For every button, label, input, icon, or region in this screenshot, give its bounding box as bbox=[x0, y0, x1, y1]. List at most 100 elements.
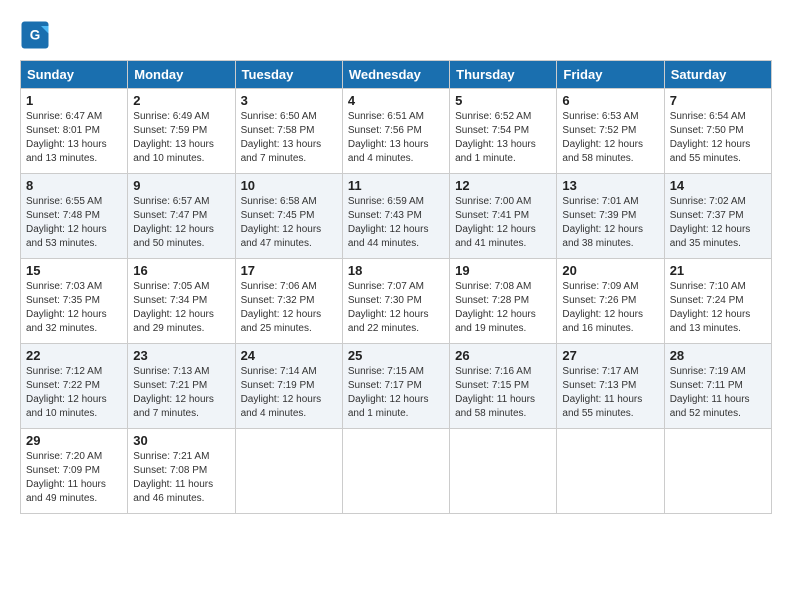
day-info: Sunrise: 6:47 AMSunset: 8:01 PMDaylight:… bbox=[26, 110, 122, 166]
day-number: 26 bbox=[455, 348, 551, 363]
day-info: Sunrise: 7:16 AMSunset: 7:15 PMDaylight:… bbox=[455, 365, 551, 421]
calendar-cell: 1Sunrise: 6:47 AMSunset: 8:01 PMDaylight… bbox=[21, 89, 128, 174]
calendar-cell: 28 Sunrise: 7:19 AMSunset: 7:11 PMDayligh… bbox=[664, 344, 771, 429]
day-info: Sunrise: 6:54 AMSunset: 7:50 PMDaylight:… bbox=[670, 110, 766, 166]
day-number: 30 bbox=[133, 433, 229, 448]
calendar-cell: 24 Sunrise: 7:14 AMSunset: 7:19 PMDayligh… bbox=[235, 344, 342, 429]
day-number: 12 bbox=[455, 178, 551, 193]
day-number: 24 bbox=[241, 348, 337, 363]
day-number: 29 bbox=[26, 433, 122, 448]
day-number: 25 bbox=[348, 348, 444, 363]
header-monday: Monday bbox=[128, 61, 235, 89]
day-info: Sunrise: 7:12 AMSunset: 7:22 PMDaylight:… bbox=[26, 365, 122, 421]
day-info: Sunrise: 7:20 AMSunset: 7:09 PMDaylight:… bbox=[26, 450, 122, 506]
calendar-cell: 8 Sunrise: 6:55 AMSunset: 7:48 PMDaylight… bbox=[21, 174, 128, 259]
day-info: Sunrise: 6:52 AMSunset: 7:54 PMDaylight:… bbox=[455, 110, 551, 166]
calendar-cell: 20Sunrise: 7:09 AMSunset: 7:26 PMDayligh… bbox=[557, 259, 664, 344]
calendar-cell: 19 Sunrise: 7:08 AMSunset: 7:28 PMDayligh… bbox=[450, 259, 557, 344]
calendar-cell: 14Sunrise: 7:02 AMSunset: 7:37 PMDayligh… bbox=[664, 174, 771, 259]
calendar-cell: 2Sunrise: 6:49 AMSunset: 7:59 PMDaylight… bbox=[128, 89, 235, 174]
svg-text:G: G bbox=[30, 28, 41, 43]
day-number: 3 bbox=[241, 93, 337, 108]
day-info: Sunrise: 7:01 AMSunset: 7:39 PMDaylight:… bbox=[562, 195, 658, 251]
day-info: Sunrise: 7:08 AMSunset: 7:28 PMDaylight:… bbox=[455, 280, 551, 336]
calendar-cell: 18 Sunrise: 7:07 AMSunset: 7:30 PMDayligh… bbox=[342, 259, 449, 344]
day-number: 6 bbox=[562, 93, 658, 108]
header-sunday: Sunday bbox=[21, 61, 128, 89]
calendar-week-row: 29 Sunrise: 7:20 AMSunset: 7:09 PMDayligh… bbox=[21, 429, 772, 514]
day-number: 11 bbox=[348, 178, 444, 193]
calendar-cell: 25 Sunrise: 7:15 AMSunset: 7:17 PMDayligh… bbox=[342, 344, 449, 429]
day-number: 10 bbox=[241, 178, 337, 193]
day-info: Sunrise: 6:49 AMSunset: 7:59 PMDaylight:… bbox=[133, 110, 229, 166]
day-number: 13 bbox=[562, 178, 658, 193]
day-info: Sunrise: 6:58 AMSunset: 7:45 PMDaylight:… bbox=[241, 195, 337, 251]
calendar-cell bbox=[342, 429, 449, 514]
day-number: 15 bbox=[26, 263, 122, 278]
calendar-cell bbox=[664, 429, 771, 514]
day-info: Sunrise: 7:17 AMSunset: 7:13 PMDaylight:… bbox=[562, 365, 658, 421]
calendar-week-row: 15 Sunrise: 7:03 AMSunset: 7:35 PMDayligh… bbox=[21, 259, 772, 344]
calendar-week-row: 1Sunrise: 6:47 AMSunset: 8:01 PMDaylight… bbox=[21, 89, 772, 174]
day-info: Sunrise: 7:19 AMSunset: 7:11 PMDaylight:… bbox=[670, 365, 766, 421]
calendar-cell: 30 Sunrise: 7:21 AMSunset: 7:08 PMDayligh… bbox=[128, 429, 235, 514]
calendar-cell bbox=[557, 429, 664, 514]
calendar-cell: 21 Sunrise: 7:10 AMSunset: 7:24 PMDayligh… bbox=[664, 259, 771, 344]
calendar-cell: 12Sunrise: 7:00 AMSunset: 7:41 PMDayligh… bbox=[450, 174, 557, 259]
day-number: 23 bbox=[133, 348, 229, 363]
day-info: Sunrise: 7:14 AMSunset: 7:19 PMDaylight:… bbox=[241, 365, 337, 421]
header-saturday: Saturday bbox=[664, 61, 771, 89]
day-number: 22 bbox=[26, 348, 122, 363]
day-number: 20 bbox=[562, 263, 658, 278]
day-info: Sunrise: 6:59 AMSunset: 7:43 PMDaylight:… bbox=[348, 195, 444, 251]
calendar-week-row: 22 Sunrise: 7:12 AMSunset: 7:22 PMDayligh… bbox=[21, 344, 772, 429]
calendar-cell bbox=[450, 429, 557, 514]
day-info: Sunrise: 7:21 AMSunset: 7:08 PMDaylight:… bbox=[133, 450, 229, 506]
day-info: Sunrise: 7:06 AMSunset: 7:32 PMDaylight:… bbox=[241, 280, 337, 336]
day-number: 4 bbox=[348, 93, 444, 108]
day-info: Sunrise: 7:10 AMSunset: 7:24 PMDaylight:… bbox=[670, 280, 766, 336]
calendar-cell: 29 Sunrise: 7:20 AMSunset: 7:09 PMDayligh… bbox=[21, 429, 128, 514]
day-info: Sunrise: 6:57 AMSunset: 7:47 PMDaylight:… bbox=[133, 195, 229, 251]
calendar-cell: 16 Sunrise: 7:05 AMSunset: 7:34 PMDayligh… bbox=[128, 259, 235, 344]
calendar-cell bbox=[235, 429, 342, 514]
header-tuesday: Tuesday bbox=[235, 61, 342, 89]
day-info: Sunrise: 7:15 AMSunset: 7:17 PMDaylight:… bbox=[348, 365, 444, 421]
day-number: 5 bbox=[455, 93, 551, 108]
calendar-cell: 15 Sunrise: 7:03 AMSunset: 7:35 PMDayligh… bbox=[21, 259, 128, 344]
calendar-cell: 4 Sunrise: 6:51 AMSunset: 7:56 PMDaylight… bbox=[342, 89, 449, 174]
calendar-cell: 26 Sunrise: 7:16 AMSunset: 7:15 PMDayligh… bbox=[450, 344, 557, 429]
day-info: Sunrise: 6:53 AMSunset: 7:52 PMDaylight:… bbox=[562, 110, 658, 166]
day-info: Sunrise: 6:55 AMSunset: 7:48 PMDaylight:… bbox=[26, 195, 122, 251]
logo-icon: G bbox=[20, 20, 50, 50]
day-number: 16 bbox=[133, 263, 229, 278]
calendar-cell: 17 Sunrise: 7:06 AMSunset: 7:32 PMDayligh… bbox=[235, 259, 342, 344]
calendar-cell: 13 Sunrise: 7:01 AMSunset: 7:39 PMDayligh… bbox=[557, 174, 664, 259]
calendar-table: Sunday Monday Tuesday Wednesday Thursday… bbox=[20, 60, 772, 514]
day-info: Sunrise: 7:07 AMSunset: 7:30 PMDaylight:… bbox=[348, 280, 444, 336]
day-info: Sunrise: 7:03 AMSunset: 7:35 PMDaylight:… bbox=[26, 280, 122, 336]
header-wednesday: Wednesday bbox=[342, 61, 449, 89]
calendar-cell: 22 Sunrise: 7:12 AMSunset: 7:22 PMDayligh… bbox=[21, 344, 128, 429]
day-number: 17 bbox=[241, 263, 337, 278]
day-number: 21 bbox=[670, 263, 766, 278]
day-number: 18 bbox=[348, 263, 444, 278]
day-number: 8 bbox=[26, 178, 122, 193]
day-number: 19 bbox=[455, 263, 551, 278]
day-info: Sunrise: 7:05 AMSunset: 7:34 PMDaylight:… bbox=[133, 280, 229, 336]
header-thursday: Thursday bbox=[450, 61, 557, 89]
calendar-cell: 11 Sunrise: 6:59 AMSunset: 7:43 PMDayligh… bbox=[342, 174, 449, 259]
weekday-header-row: Sunday Monday Tuesday Wednesday Thursday… bbox=[21, 61, 772, 89]
calendar-cell: 6 Sunrise: 6:53 AMSunset: 7:52 PMDaylight… bbox=[557, 89, 664, 174]
calendar-week-row: 8 Sunrise: 6:55 AMSunset: 7:48 PMDaylight… bbox=[21, 174, 772, 259]
calendar-cell: 5 Sunrise: 6:52 AMSunset: 7:54 PMDaylight… bbox=[450, 89, 557, 174]
day-info: Sunrise: 6:50 AMSunset: 7:58 PMDaylight:… bbox=[241, 110, 337, 166]
day-number: 27 bbox=[562, 348, 658, 363]
day-number: 14 bbox=[670, 178, 766, 193]
day-info: Sunrise: 6:51 AMSunset: 7:56 PMDaylight:… bbox=[348, 110, 444, 166]
calendar-cell: 23Sunrise: 7:13 AMSunset: 7:21 PMDayligh… bbox=[128, 344, 235, 429]
calendar-cell: 10 Sunrise: 6:58 AMSunset: 7:45 PMDayligh… bbox=[235, 174, 342, 259]
calendar-cell: 27 Sunrise: 7:17 AMSunset: 7:13 PMDayligh… bbox=[557, 344, 664, 429]
day-number: 28 bbox=[670, 348, 766, 363]
calendar-cell: 9Sunrise: 6:57 AMSunset: 7:47 PMDaylight… bbox=[128, 174, 235, 259]
